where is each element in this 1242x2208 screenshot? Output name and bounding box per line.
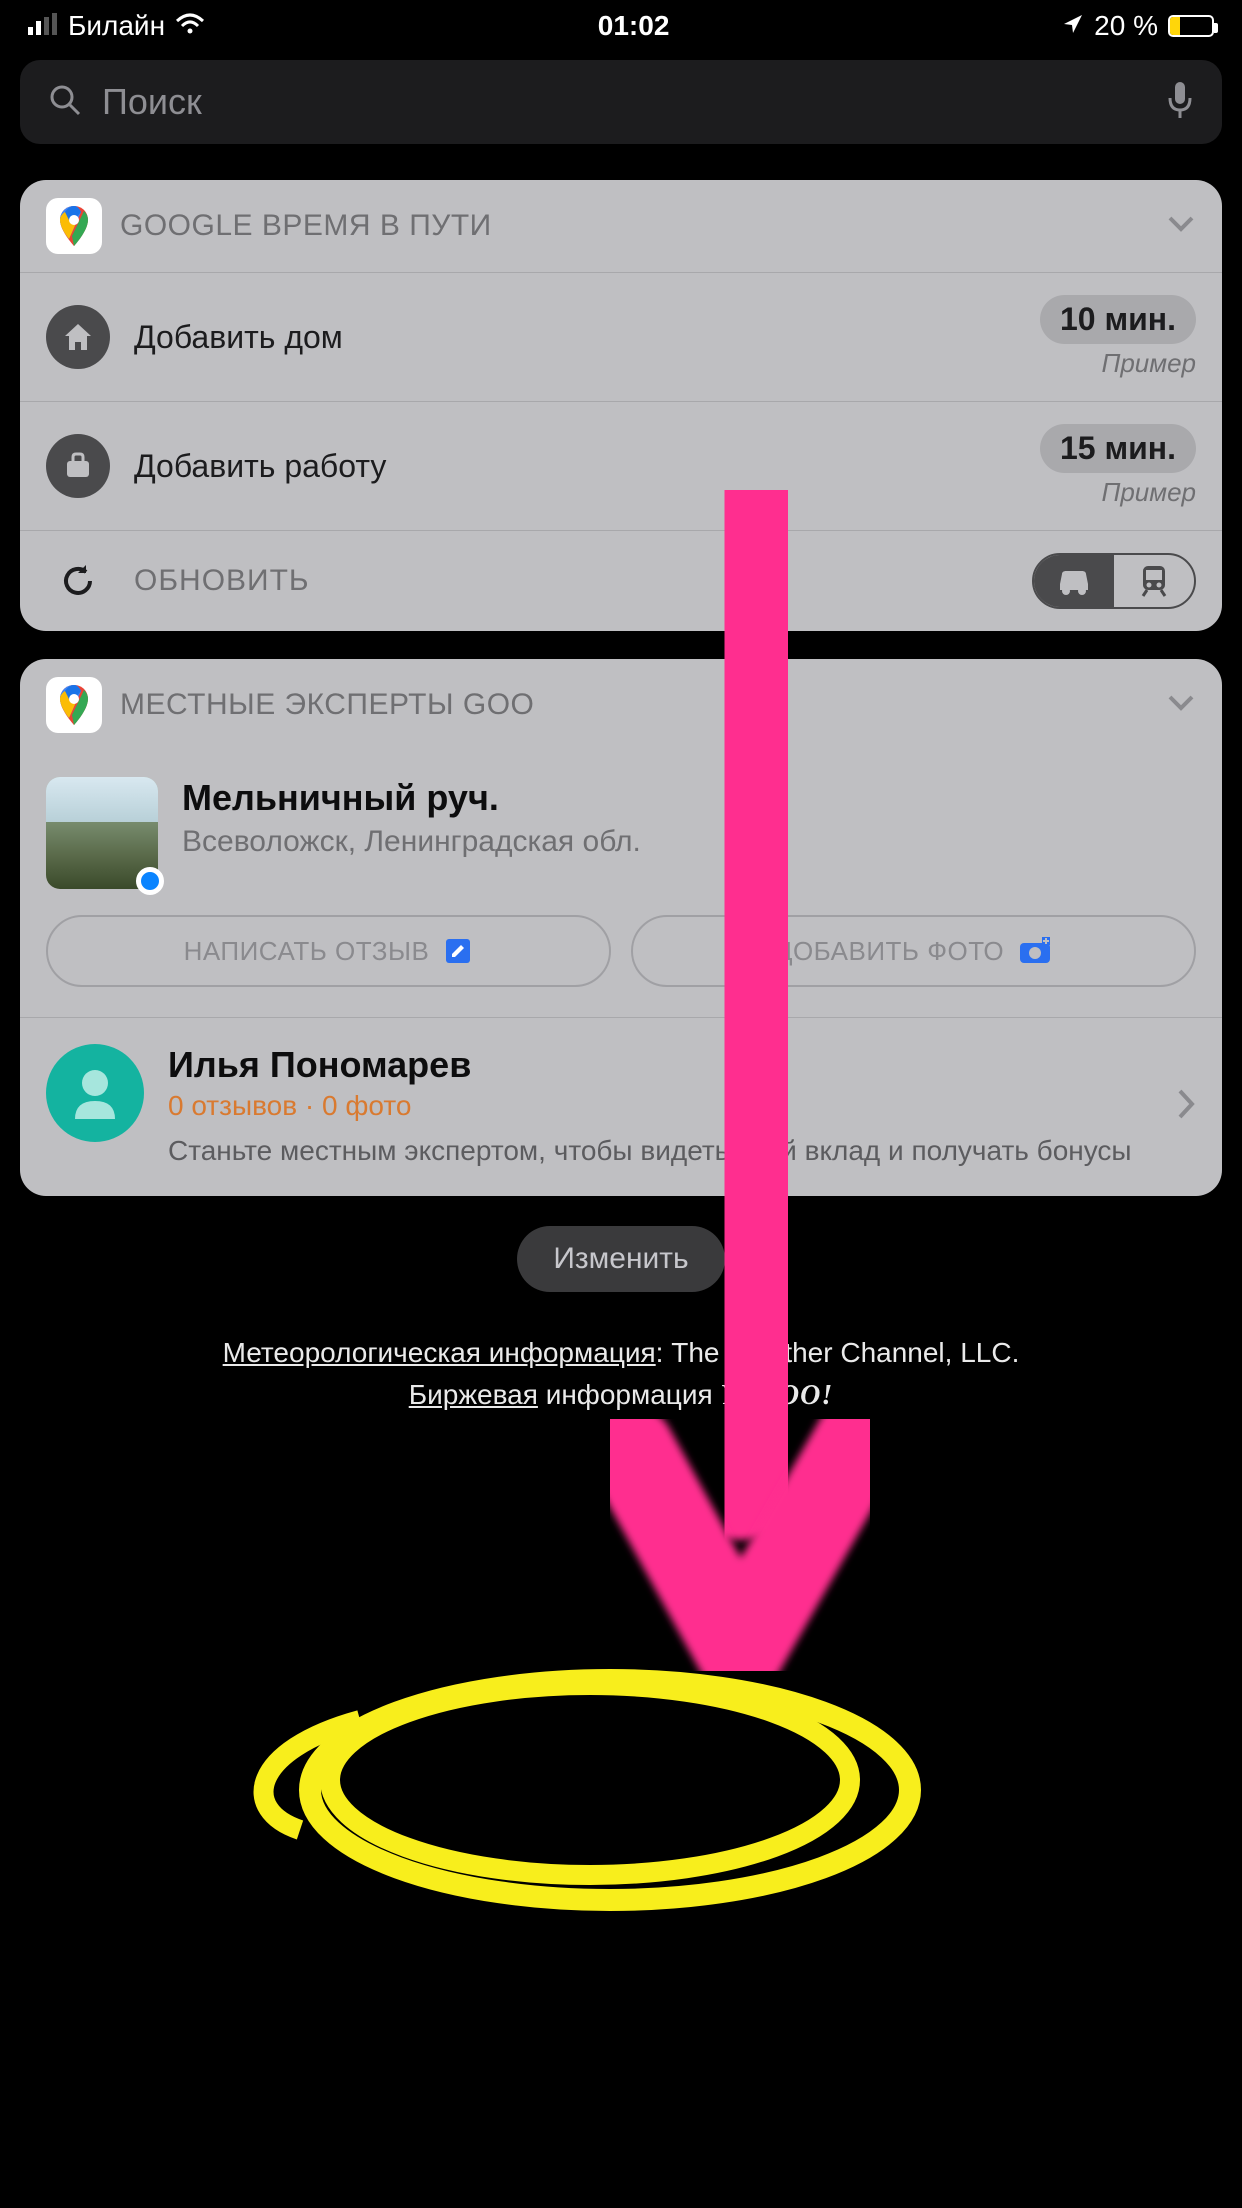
car-toggle[interactable] (1034, 555, 1114, 607)
carrier-label: Билайн (68, 10, 165, 42)
annotation-circle (240, 1640, 960, 1940)
add-home-row[interactable]: Добавить дом 10 мин. Пример (20, 272, 1222, 401)
transport-segmented[interactable] (1032, 553, 1196, 609)
edit-icon (443, 936, 473, 966)
add-work-label: Добавить работу (134, 448, 1016, 485)
profile-name: Илья Пономарев (168, 1044, 1152, 1086)
add-photo-label: ДОБАВИТЬ ФОТО (775, 936, 1004, 967)
edit-widgets-button[interactable]: Изменить (517, 1226, 724, 1292)
weather-tail: : The Weather Channel, LLC. (656, 1337, 1020, 1368)
widget-header-commute[interactable]: GOOGLE ВРЕМЯ В ПУТИ (20, 180, 1222, 272)
battery-icon (1168, 15, 1214, 37)
weather-link[interactable]: Метеорологическая информация (223, 1337, 656, 1368)
write-review-button[interactable]: НАПИСАТЬ ОТЗЫВ (46, 915, 611, 987)
refresh-icon[interactable] (46, 561, 110, 601)
home-example: Пример (1040, 348, 1196, 379)
google-maps-icon (46, 677, 102, 733)
widget-header-experts[interactable]: МЕСТНЫЕ ЭКСПЕРТЫ GOO (20, 659, 1222, 751)
location-icon (1062, 10, 1084, 42)
work-icon (46, 434, 110, 498)
location-dot-icon (136, 867, 164, 895)
wifi-icon (175, 10, 205, 42)
stock-tail: информация (538, 1379, 721, 1410)
place-subtitle: Всеволожск, Ленинградская обл. (182, 825, 641, 859)
google-maps-icon (46, 198, 102, 254)
camera-icon (1018, 937, 1052, 965)
work-example: Пример (1040, 477, 1196, 508)
profile-stats: 0 отзывов · 0 фото (168, 1090, 1152, 1122)
refresh-label[interactable]: ОБНОВИТЬ (134, 564, 1008, 598)
profile-row[interactable]: Илья Пономарев 0 отзывов · 0 фото Станьт… (20, 1017, 1222, 1196)
chevron-down-icon (1166, 214, 1196, 239)
avatar (46, 1044, 144, 1142)
place-title: Мельничный руч. (182, 777, 641, 819)
signal-icon (28, 10, 58, 42)
commute-title: GOOGLE ВРЕМЯ В ПУТИ (120, 209, 1148, 243)
footer: Метеорологическая информация: The Weathe… (0, 1332, 1242, 1417)
work-time-pill: 15 мин. (1040, 424, 1196, 473)
search-bar[interactable] (20, 60, 1222, 144)
status-bar: Билайн 01:02 20 % (0, 0, 1242, 48)
yahoo-logo: YAHOO! (720, 1380, 833, 1411)
mic-icon[interactable] (1166, 80, 1194, 125)
add-home-label: Добавить дом (134, 319, 1016, 356)
local-experts-widget: МЕСТНЫЕ ЭКСПЕРТЫ GOO Мельничный руч. Все… (20, 659, 1222, 1196)
battery-pct: 20 % (1094, 10, 1158, 42)
chevron-right-icon (1176, 1087, 1196, 1126)
add-photo-button[interactable]: ДОБАВИТЬ ФОТО (631, 915, 1196, 987)
transit-toggle[interactable] (1114, 555, 1194, 607)
experts-title: МЕСТНЫЕ ЭКСПЕРТЫ GOO (120, 688, 1148, 722)
commute-widget: GOOGLE ВРЕМЯ В ПУТИ Добавить дом 10 мин.… (20, 180, 1222, 631)
place-thumbnail (46, 777, 158, 889)
clock: 01:02 (598, 10, 670, 42)
write-review-label: НАПИСАТЬ ОТЗЫВ (184, 936, 430, 967)
search-input[interactable] (102, 81, 1146, 123)
chevron-down-icon (1166, 693, 1196, 718)
profile-description: Станьте местным экспертом, чтобы видеть … (168, 1132, 1152, 1170)
stock-link[interactable]: Биржевая (409, 1379, 538, 1410)
add-work-row[interactable]: Добавить работу 15 мин. Пример (20, 401, 1222, 530)
search-icon (48, 83, 82, 122)
home-icon (46, 305, 110, 369)
place-row[interactable]: Мельничный руч. Всеволожск, Ленинградска… (20, 751, 1222, 915)
home-time-pill: 10 мин. (1040, 295, 1196, 344)
refresh-row: ОБНОВИТЬ (20, 530, 1222, 631)
